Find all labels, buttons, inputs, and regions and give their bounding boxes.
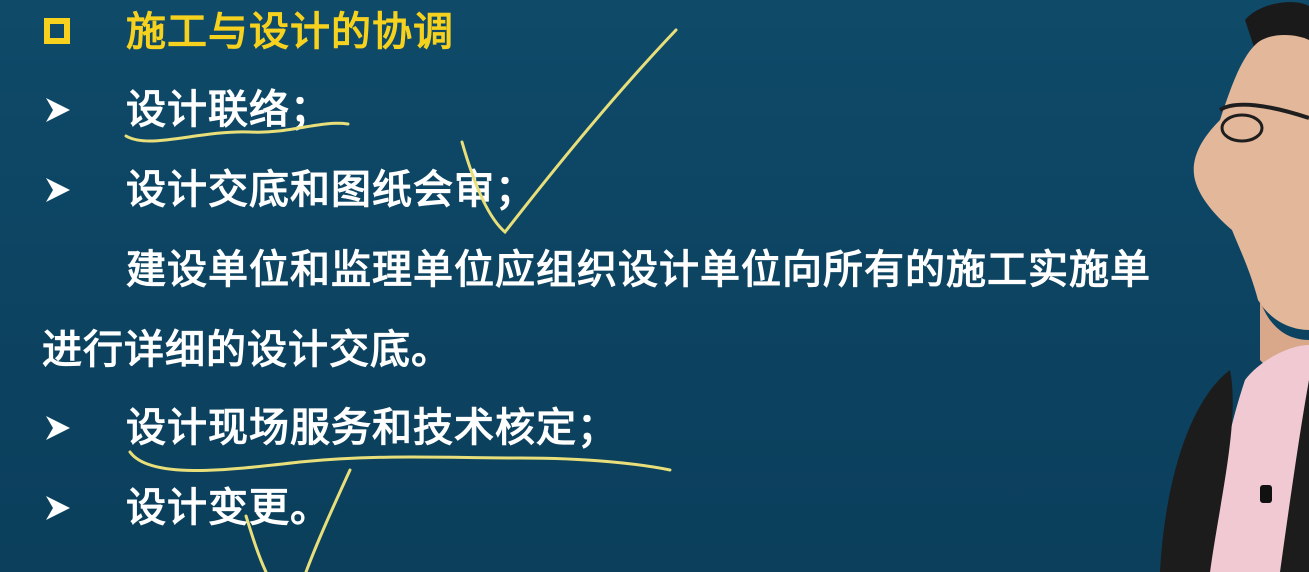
list-item-design-liaison: 设计联络； [126,87,331,133]
list-item-site-service: 设计现场服务和技术核定； [126,405,618,451]
underline-stroke [128,450,672,472]
list-item-design-change: 设计变更。 [126,485,331,531]
paragraph-line-2: 进行详细的设计交底。 [42,327,452,373]
slide-title: 施工与设计的协调 [126,9,454,55]
presenter-image [1160,2,1309,572]
arrow-bullet-icon [46,178,70,202]
square-bullet-icon [44,18,70,44]
arrow-bullet-icon [46,496,70,520]
arrow-bullet-icon [46,98,70,122]
slide: 施工与设计的协调 设计联络； 设计交底和图纸会审； 建设单位和监理单位应组织设计… [0,0,1309,572]
arrow-bullet-icon [46,416,70,440]
list-item-design-briefing: 设计交底和图纸会审； [126,167,536,213]
paragraph-line-1: 建设单位和监理单位应组织设计单位向所有的施工实施单 [126,247,1151,293]
